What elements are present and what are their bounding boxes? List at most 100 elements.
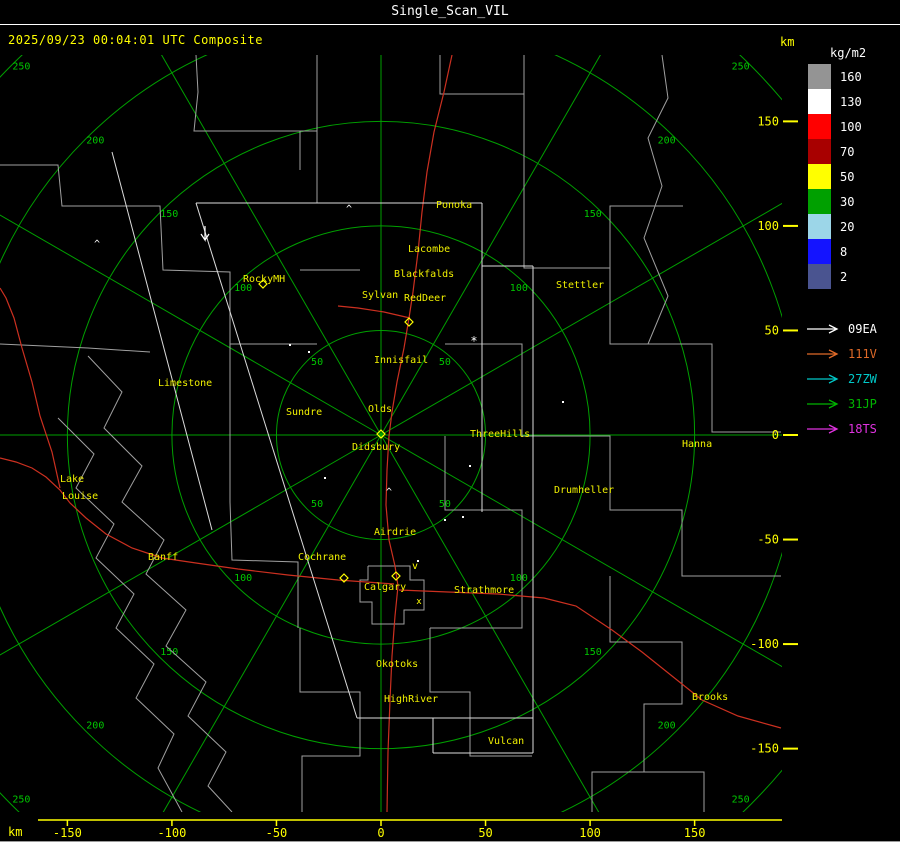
echo-dot-icon <box>308 351 310 353</box>
range-ring-label: 200 <box>86 721 104 732</box>
range-ring-label: 50 <box>311 499 323 510</box>
county-boundary-line <box>609 268 781 433</box>
city-label: Calgary <box>364 582 406 593</box>
azimuth-spoke-line <box>162 434 382 812</box>
range-ring-label: 50 <box>311 357 323 368</box>
bottom-axis-tick-label: -150 <box>53 826 82 840</box>
highway-line <box>398 589 782 729</box>
bottom-axis-tick-label: 50 <box>478 826 492 840</box>
city-label: Strathmore <box>454 585 514 596</box>
city-label: Lake <box>60 474 84 485</box>
right-axis-tick-label: 100 <box>757 219 779 233</box>
right-axis-tick-label: -100 <box>750 637 779 651</box>
bottom-axis-tick-label: -50 <box>266 826 288 840</box>
radar-site-row: 27ZW <box>806 366 877 391</box>
range-ring-label: 150 <box>160 209 178 220</box>
radar-site-id: 111V <box>848 346 877 361</box>
city-label: Blackfalds <box>394 269 454 280</box>
bottom-axis-unit-label: km <box>8 825 22 839</box>
city-label: Drumheller <box>554 485 614 496</box>
vil-scale-swatch <box>808 239 831 264</box>
radar-site-row: 111V <box>806 341 877 366</box>
range-ring-label: 150 <box>584 209 602 220</box>
county-boundary-line <box>193 55 317 132</box>
radar-display[interactable]: 5050505010010010010015015015015020020020… <box>0 0 900 841</box>
range-ring-label: 200 <box>86 135 104 146</box>
vil-scale-value: 30 <box>840 194 855 209</box>
radar-site-id: 09EA <box>848 321 877 336</box>
range-ring-label: 250 <box>12 61 30 72</box>
county-boundary-line <box>591 576 683 812</box>
radar-site-legend: 09EA 111V 27ZW 31JP 18TS <box>806 316 877 441</box>
right-axis-tick-label: 50 <box>765 323 779 337</box>
right-axis-tick-label: -50 <box>757 533 779 547</box>
city-label: HighRiver <box>384 694 438 705</box>
v-marker-icon: v <box>412 561 418 572</box>
vil-scale-swatch <box>808 89 831 114</box>
vil-scale-unit-label: kg/m2 <box>830 46 867 60</box>
city-label: Olds <box>368 404 392 415</box>
right-axis-tick-label: 0 <box>772 428 779 442</box>
range-ring-label: 250 <box>732 795 750 806</box>
vil-scale-row: 8 <box>808 239 862 264</box>
city-label: Limestone <box>158 378 212 389</box>
city-label: Airdrie <box>374 527 416 538</box>
city-label: Vulcan <box>488 736 524 747</box>
range-ring <box>0 55 782 812</box>
range-ring-label: 100 <box>234 573 252 584</box>
city-label: Innisfail <box>374 355 428 366</box>
city-label: Sylvan <box>362 290 398 301</box>
echo-dot-icon <box>469 465 471 467</box>
echo-dot-icon <box>562 401 564 403</box>
county-boundary-line <box>299 55 318 170</box>
radar-app-window: Single_Scan_VIL 2025/09/23 00:04:01 UTC … <box>0 0 900 842</box>
range-ring-label: 100 <box>510 283 528 294</box>
county-boundary-line <box>359 565 425 625</box>
county-boundary-line <box>523 94 683 269</box>
vil-scale-row: 20 <box>808 214 862 239</box>
right-axis-tick-label: 150 <box>757 114 779 128</box>
vil-scale-row: 30 <box>808 189 862 214</box>
vil-scale-value: 20 <box>840 219 855 234</box>
vil-scale-swatch <box>808 114 831 139</box>
city-label: Cochrane <box>298 552 346 563</box>
radar-arrow-icon <box>807 348 839 359</box>
vil-scale-value: 2 <box>840 269 848 284</box>
radar-site-arrow-icon <box>200 226 210 242</box>
echo-dot-icon <box>324 477 326 479</box>
city-label: Hanna <box>682 439 712 450</box>
city-label: Didsbury <box>352 442 400 453</box>
caret-marker-icon: ^ <box>386 487 392 498</box>
vil-scale-value: 70 <box>840 144 855 159</box>
range-ring-label: 250 <box>732 61 750 72</box>
radar-site-row: 18TS <box>806 416 877 441</box>
county-boundary-line <box>644 771 705 812</box>
vil-scale-swatch <box>808 139 831 164</box>
caret-marker-icon: ^ <box>346 204 352 215</box>
axis-layer: km km 150 100 50 0 -50 -100 -150 -150 -100 -50 0 50… <box>8 35 798 840</box>
county-boundary-line <box>87 355 233 812</box>
radar-arrow-icon <box>807 323 839 334</box>
city-label: Louise <box>62 491 98 502</box>
asterisk-marker-icon: * <box>470 334 477 348</box>
vil-scale-row: 130 <box>808 89 862 114</box>
range-ring-label: 250 <box>12 795 30 806</box>
vil-color-scale: 160 130 100 70 50 30 20 8 2 <box>808 64 862 289</box>
vil-scale-swatch <box>808 64 831 89</box>
vil-scale-row: 2 <box>808 264 862 289</box>
range-ring-label: 100 <box>510 573 528 584</box>
county-boundary-line <box>299 628 361 812</box>
radar-site-id: 31JP <box>848 396 877 411</box>
bottom-axis-tick-label: -100 <box>157 826 186 840</box>
range-ring-label: 200 <box>658 135 676 146</box>
range-ring-label: 50 <box>439 357 451 368</box>
vil-scale-row: 100 <box>808 114 862 139</box>
range-ring-label: 200 <box>658 721 676 732</box>
highway-line <box>0 287 61 489</box>
echo-dot-icon <box>289 344 291 346</box>
radar-site-row: 31JP <box>806 391 877 416</box>
city-label: Banff <box>148 552 178 563</box>
county-boundary-line <box>439 55 525 95</box>
radar-arrow-icon <box>807 398 839 409</box>
x-marker-icon: x <box>416 597 422 607</box>
